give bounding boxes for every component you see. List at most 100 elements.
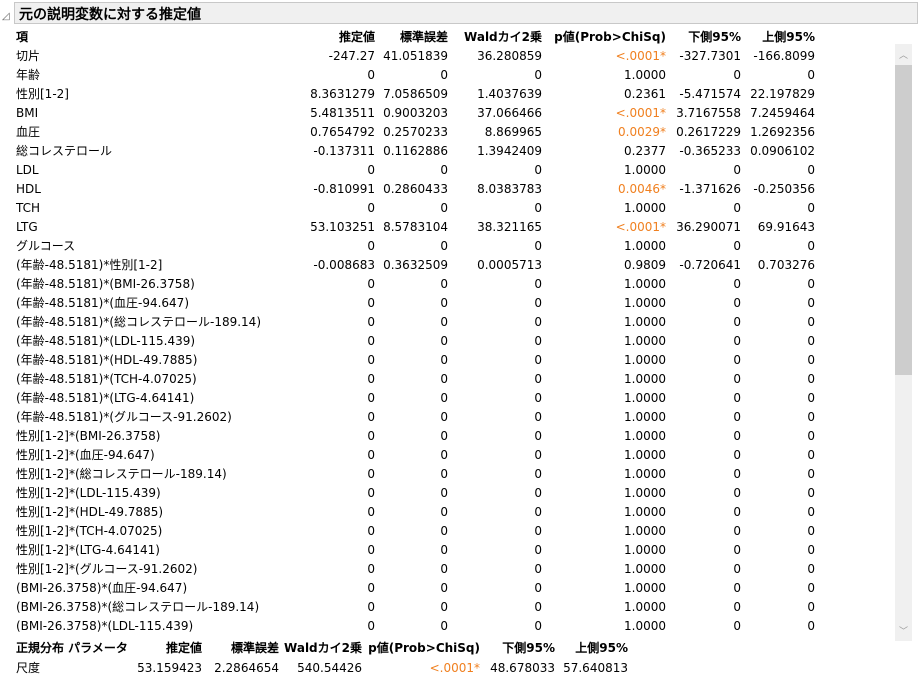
value-cell: 1.0000 bbox=[624, 562, 666, 576]
value-cell: 1.0000 bbox=[624, 334, 666, 348]
value-cell: 0 bbox=[440, 448, 448, 462]
table-row: 性別[1-2]*(血圧-94.647) 0 0 0 1.0000 0 0 bbox=[0, 446, 890, 465]
value-cell: 0 bbox=[534, 524, 542, 538]
vertical-scrollbar[interactable]: ︿ ﹀ bbox=[895, 44, 912, 641]
table-row: 総コレステロール -0.137311 0.1162886 1.3942409 0.237… bbox=[0, 142, 890, 161]
value-cell: 22.197829 bbox=[750, 87, 815, 101]
value-cell: 標準誤差 bbox=[399, 30, 448, 44]
value-cell: 0 bbox=[534, 201, 542, 215]
value-cell: 36.280859 bbox=[477, 49, 542, 63]
value-cell: 8.0383783 bbox=[477, 182, 542, 196]
value-cell: -247.27 bbox=[328, 49, 375, 63]
table-row: (年齢-48.5181)*(BMI-26.3758) 0 0 0 1.0000 0 0 bbox=[0, 275, 890, 294]
term-cell: 性別[1-2]*(グルコース-91.2602) bbox=[16, 562, 198, 576]
value-cell: 0 bbox=[733, 543, 741, 557]
value-cell: 1.0000 bbox=[624, 239, 666, 253]
report-header[interactable]: ◿ 元の説明変数に対する推定値 bbox=[2, 2, 918, 24]
value-cell: 1.0000 bbox=[624, 429, 666, 443]
value-cell: 0 bbox=[367, 619, 375, 633]
value-cell: 0 bbox=[440, 296, 448, 310]
value-cell: 0 bbox=[534, 239, 542, 253]
value-cell: 1.0000 bbox=[624, 277, 666, 291]
value-cell: 0 bbox=[807, 372, 815, 386]
value-cell: 0 bbox=[367, 391, 375, 405]
value-cell: 0.7654792 bbox=[310, 125, 375, 139]
value-cell: 0 bbox=[807, 448, 815, 462]
value-cell: 0 bbox=[440, 391, 448, 405]
value-cell: 下側95% bbox=[502, 641, 555, 655]
value-cell: 7.2459464 bbox=[750, 106, 815, 120]
value-cell: 0 bbox=[733, 410, 741, 424]
value-cell: -1.371626 bbox=[679, 182, 741, 196]
value-cell: 0 bbox=[440, 201, 448, 215]
value-cell: 0 bbox=[534, 68, 542, 82]
value-cell: 38.321165 bbox=[477, 220, 542, 234]
scrollbar-thumb[interactable] bbox=[895, 65, 912, 375]
table-row: 性別[1-2]*(総コレステロール-189.14) 0 0 0 1.0000 0 0 bbox=[0, 465, 890, 484]
value-cell: 53.159423 bbox=[137, 661, 202, 675]
value-cell: Waldカイ2乗 bbox=[464, 30, 542, 44]
value-cell: Waldカイ2乗 bbox=[284, 641, 362, 655]
term-cell: (BMI-26.3758)*(血圧-94.647) bbox=[16, 581, 188, 595]
value-cell: 0 bbox=[807, 334, 815, 348]
table-row: (年齢-48.5181)*(LDL-115.439) 0 0 0 1.0000 0 0 bbox=[0, 332, 890, 351]
term-cell: LDL bbox=[16, 163, 39, 177]
value-cell: -0.365233 bbox=[679, 144, 741, 158]
value-cell: 0 bbox=[733, 353, 741, 367]
table-row: 性別[1-2]*(LTG-4.64141) 0 0 0 1.0000 0 0 bbox=[0, 541, 890, 560]
table-row: BMI 5.4813511 0.9003203 37.066466 <.0001* 3.7… bbox=[0, 104, 890, 123]
value-cell: 0 bbox=[534, 486, 542, 500]
dist-row: 尺度 53.159423 2.2864654 540.54426 <.0001* 48.6… bbox=[0, 659, 890, 678]
value-cell: 0 bbox=[367, 239, 375, 253]
value-cell: 0 bbox=[367, 524, 375, 538]
value-cell: 0 bbox=[733, 391, 741, 405]
value-cell: 1.0000 bbox=[624, 410, 666, 424]
scroll-up-icon[interactable]: ︿ bbox=[895, 48, 912, 61]
value-cell: 0.9003203 bbox=[383, 106, 448, 120]
value-cell: <.0001* bbox=[429, 661, 480, 675]
term-cell: (年齢-48.5181)*(BMI-26.3758) bbox=[16, 277, 195, 291]
value-cell: 上側95% bbox=[762, 30, 815, 44]
term-cell: 性別[1-2]*(血圧-94.647) bbox=[16, 448, 155, 462]
value-cell: 0.3632509 bbox=[383, 258, 448, 272]
report-title: 元の説明変数に対する推定値 bbox=[19, 7, 201, 23]
value-cell: 推定値 bbox=[338, 30, 375, 44]
value-cell: 1.0000 bbox=[624, 467, 666, 481]
value-cell: 0 bbox=[367, 600, 375, 614]
value-cell: 0 bbox=[367, 353, 375, 367]
value-cell: 0 bbox=[733, 372, 741, 386]
table-row: 切片 -247.27 41.051839 36.280859 <.0001* -327.7… bbox=[0, 47, 890, 66]
table-row: (年齢-48.5181)*(グルコース-91.2602) 0 0 0 1.0000 0 0 bbox=[0, 408, 890, 427]
value-cell: 0 bbox=[534, 619, 542, 633]
value-cell: 0.0906102 bbox=[750, 144, 815, 158]
value-cell: 41.051839 bbox=[383, 49, 448, 63]
value-cell: 1.0000 bbox=[624, 201, 666, 215]
value-cell: 0 bbox=[367, 334, 375, 348]
value-cell: 0.2570233 bbox=[383, 125, 448, 139]
term-cell: BMI bbox=[16, 106, 39, 120]
value-cell: 1.4037639 bbox=[477, 87, 542, 101]
value-cell: 0 bbox=[367, 296, 375, 310]
table-row: 性別[1-2]*(HDL-49.7885) 0 0 0 1.0000 0 0 bbox=[0, 503, 890, 522]
value-cell: 0 bbox=[807, 277, 815, 291]
term-cell: 性別[1-2]*(BMI-26.3758) bbox=[16, 429, 161, 443]
value-cell: 0 bbox=[807, 239, 815, 253]
value-cell: -327.7301 bbox=[679, 49, 741, 63]
value-cell: 0 bbox=[534, 429, 542, 443]
value-cell: 0 bbox=[733, 448, 741, 462]
term-cell: 性別[1-2] bbox=[16, 87, 69, 101]
value-cell: 0 bbox=[807, 315, 815, 329]
value-cell: 0 bbox=[807, 524, 815, 538]
value-cell: -5.471574 bbox=[679, 87, 741, 101]
disclosure-triangle-icon[interactable]: ◿ bbox=[2, 11, 10, 22]
value-cell: 0 bbox=[534, 581, 542, 595]
value-cell: 0 bbox=[367, 163, 375, 177]
value-cell: 0 bbox=[440, 505, 448, 519]
scroll-down-icon[interactable]: ﹀ bbox=[895, 624, 912, 637]
value-cell: 0 bbox=[440, 524, 448, 538]
value-cell: 57.640813 bbox=[563, 661, 628, 675]
value-cell: 0.703276 bbox=[757, 258, 815, 272]
value-cell: 53.103251 bbox=[310, 220, 375, 234]
value-cell: 0 bbox=[367, 315, 375, 329]
value-cell: 0 bbox=[534, 505, 542, 519]
